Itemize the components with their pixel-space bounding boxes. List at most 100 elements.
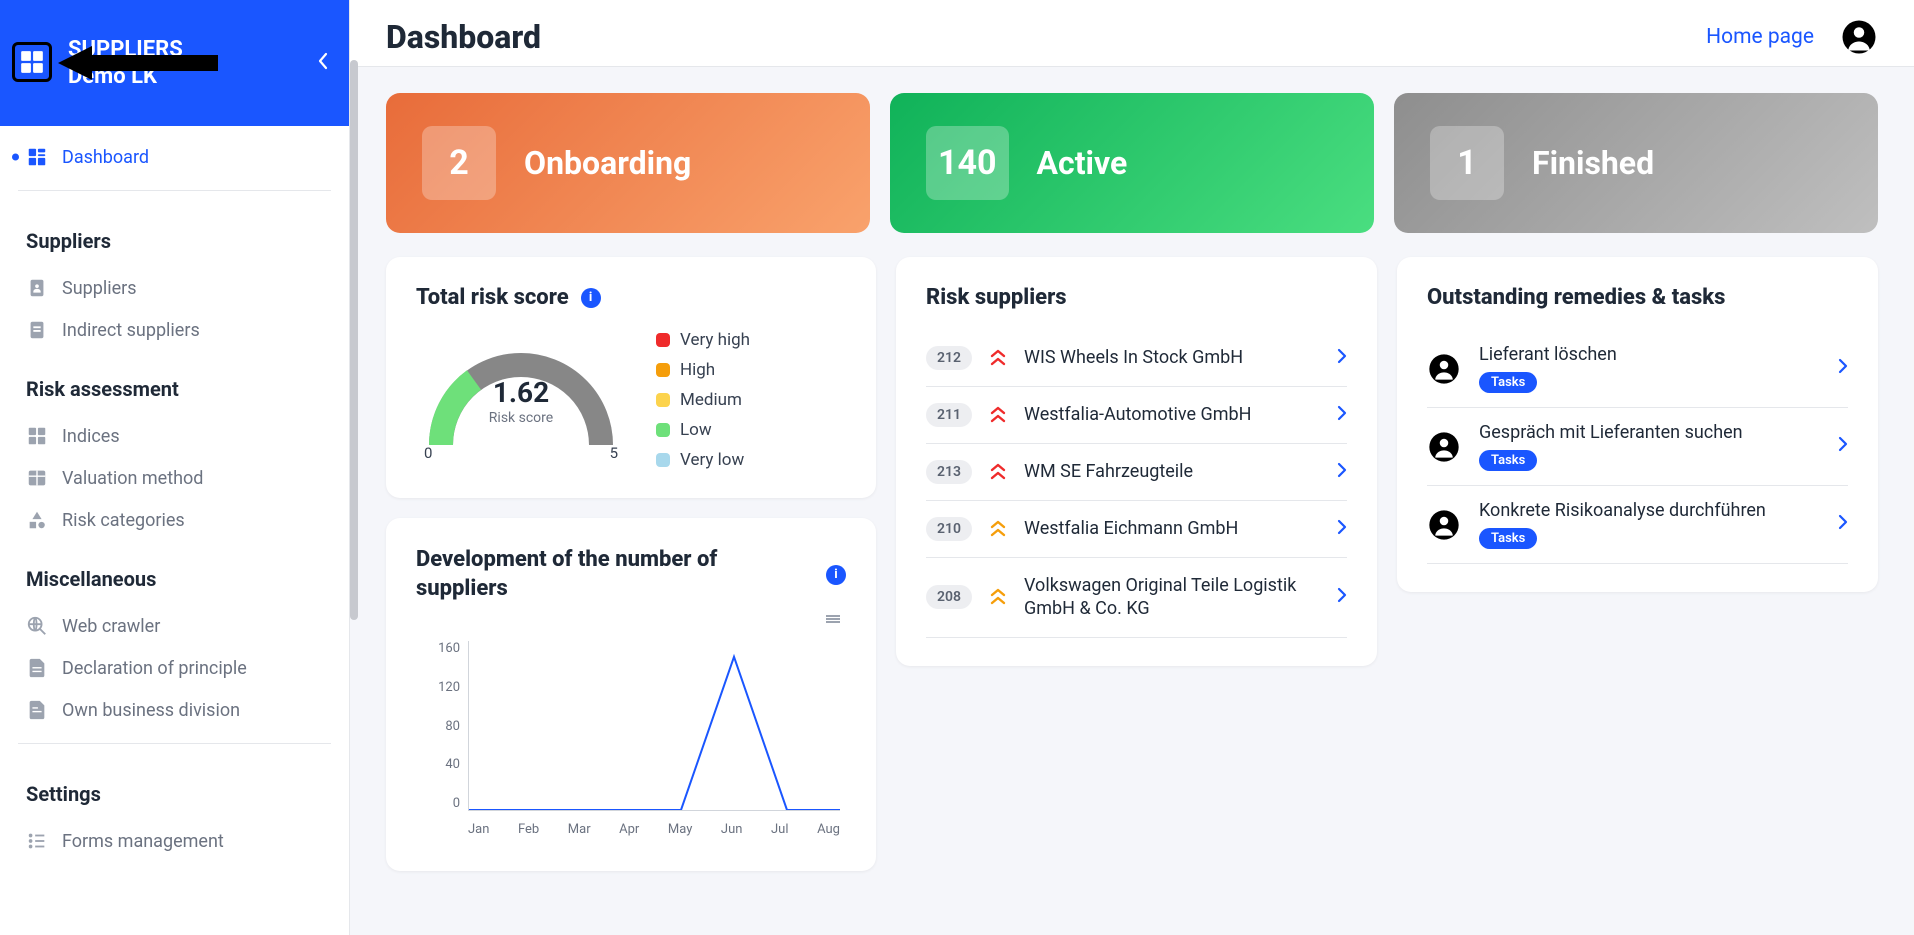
widget-row: Total risk score i 1.62 Risk score (386, 257, 1878, 871)
stat-value: 140 (926, 126, 1009, 200)
stat-card-onboarding[interactable]: 2 Onboarding (386, 93, 870, 233)
legend-label: High (680, 360, 715, 380)
sidebar-section-risk: Risk assessment (18, 351, 331, 415)
risk-level-icon (988, 463, 1008, 481)
sidebar-item-label: Own business division (62, 700, 240, 721)
sidebar-section-misc: Miscellaneous (18, 541, 331, 605)
sidebar-item-forms-mgmt[interactable]: Forms management (18, 820, 331, 862)
gauge-max: 5 (610, 444, 618, 462)
chevron-right-icon (1337, 348, 1347, 369)
document-icon (26, 657, 48, 679)
globe-search-icon (26, 615, 48, 637)
sidebar-item-valuation[interactable]: Valuation method (18, 457, 331, 499)
sidebar-item-suppliers[interactable]: Suppliers (18, 267, 331, 309)
x-tick: May (668, 822, 692, 837)
sidebar-item-label: Web crawler (62, 616, 160, 637)
risk-level-icon (988, 406, 1008, 424)
risk-rank-badge: 211 (926, 403, 972, 427)
sidebar-item-label: Declaration of principle (62, 658, 247, 679)
sidebar-item-own-business[interactable]: Own business division (18, 689, 331, 731)
risk-gauge: 1.62 Risk score 0 5 (416, 330, 626, 460)
shapes-icon (26, 509, 48, 531)
sidebar-collapse-button[interactable] (317, 52, 329, 74)
home-page-link[interactable]: Home page (1706, 25, 1814, 49)
clipboard-user-icon (26, 277, 48, 299)
tasks-card: Outstanding remedies & tasks Lieferant l… (1397, 257, 1878, 592)
x-tick: Feb (518, 822, 539, 837)
user-avatar-icon (1427, 352, 1461, 386)
task-tag: Tasks (1479, 450, 1537, 471)
legend-item: Very low (656, 450, 750, 470)
x-tick: Apr (619, 822, 639, 837)
chevron-right-icon (1337, 462, 1347, 483)
legend-label: Medium (680, 390, 742, 410)
x-tick: Aug (817, 822, 840, 837)
stat-card-active[interactable]: 140 Active (890, 93, 1374, 233)
sidebar-item-indirect-suppliers[interactable]: Indirect suppliers (18, 309, 331, 351)
chart-menu-icon[interactable] (826, 615, 840, 623)
risk-supplier-name: Volkswagen Original Teile Logistik GmbH … (1024, 574, 1321, 621)
risk-rank-badge: 210 (926, 517, 972, 541)
risk-score-card: Total risk score i 1.62 Risk score (386, 257, 876, 498)
task-row[interactable]: Konkrete Risikoanalyse durchführen Tasks (1427, 486, 1848, 564)
legend-item: Medium (656, 390, 750, 410)
x-tick: Jan (468, 822, 489, 837)
user-avatar-icon (1427, 508, 1461, 542)
info-icon[interactable]: i (581, 288, 601, 308)
risk-supplier-row[interactable]: 213 WM SE Fahrzeugteile (926, 444, 1347, 501)
risk-supplier-name: Westfalia-Automotive GmbH (1024, 403, 1321, 426)
sidebar-item-dashboard[interactable]: Dashboard (18, 136, 331, 178)
legend-item: Low (656, 420, 750, 440)
risk-supplier-name: Westfalia Eichmann GmbH (1024, 517, 1321, 540)
risk-rank-badge: 213 (926, 460, 972, 484)
task-row[interactable]: Lieferant löschen Tasks (1427, 330, 1848, 408)
content: 2 Onboarding 140 Active 1 Finished Total… (350, 67, 1914, 935)
legend-label: Very low (680, 450, 744, 470)
risk-supplier-row[interactable]: 212 WIS Wheels In Stock GmbH (926, 330, 1347, 387)
card-title-text: Risk suppliers (926, 285, 1067, 310)
stat-card-finished[interactable]: 1 Finished (1394, 93, 1878, 233)
legend-swatch (656, 423, 670, 437)
stat-row: 2 Onboarding 140 Active 1 Finished (386, 93, 1878, 233)
topbar: Dashboard Home page (350, 0, 1914, 67)
divider (18, 190, 331, 191)
task-row[interactable]: Gespräch mit Lieferanten suchen Tasks (1427, 408, 1848, 486)
risk-supplier-name: WM SE Fahrzeugteile (1024, 460, 1321, 483)
sidebar-item-declaration[interactable]: Declaration of principle (18, 647, 331, 689)
sidebar-item-label: Forms management (62, 831, 224, 852)
task-tag: Tasks (1479, 528, 1537, 549)
user-avatar-icon (1427, 430, 1461, 464)
document-alt-icon (26, 699, 48, 721)
app-subtitle: Demo LK (68, 64, 183, 89)
sidebar: SUPPLIERS MANAGER Demo LK Dashboard Supp… (0, 0, 350, 935)
risk-supplier-name: WIS Wheels In Stock GmbH (1024, 346, 1321, 369)
risk-level-icon (988, 349, 1008, 367)
risk-suppliers-card: Risk suppliers 212 WIS Wheels In Stock G… (896, 257, 1377, 666)
legend-item: Very high (656, 330, 750, 350)
divider (18, 743, 331, 744)
user-avatar-button[interactable] (1840, 18, 1878, 56)
risk-supplier-row[interactable]: 211 Westfalia-Automotive GmbH (926, 387, 1347, 444)
sidebar-item-web-crawler[interactable]: Web crawler (18, 605, 331, 647)
dashboard-icon (26, 146, 48, 168)
sidebar-item-label: Risk categories (62, 510, 185, 531)
legend-swatch (656, 393, 670, 407)
y-tick: 0 (453, 796, 460, 811)
sidebar-item-risk-categories[interactable]: Risk categories (18, 499, 331, 541)
suppliers-chart-card: Development of the number of suppliers i… (386, 518, 876, 871)
gauge-value: 1.62 (416, 376, 626, 409)
sidebar-scrollbar[interactable] (350, 60, 358, 935)
table-icon (26, 467, 48, 489)
task-title: Gespräch mit Lieferanten suchen (1479, 422, 1820, 443)
x-tick: Jul (771, 822, 789, 837)
risk-supplier-row[interactable]: 210 Westfalia Eichmann GmbH (926, 501, 1347, 558)
risk-supplier-row[interactable]: 208 Volkswagen Original Teile Logistik G… (926, 558, 1347, 638)
chevron-right-icon (1838, 358, 1848, 379)
x-tick: Mar (568, 822, 591, 837)
sidebar-item-indices[interactable]: Indices (18, 415, 331, 457)
info-icon[interactable]: i (826, 565, 846, 585)
legend-label: Very high (680, 330, 750, 350)
app-logo-icon (12, 42, 52, 82)
sidebar-item-label: Dashboard (62, 147, 149, 168)
clipboard-icon (26, 319, 48, 341)
